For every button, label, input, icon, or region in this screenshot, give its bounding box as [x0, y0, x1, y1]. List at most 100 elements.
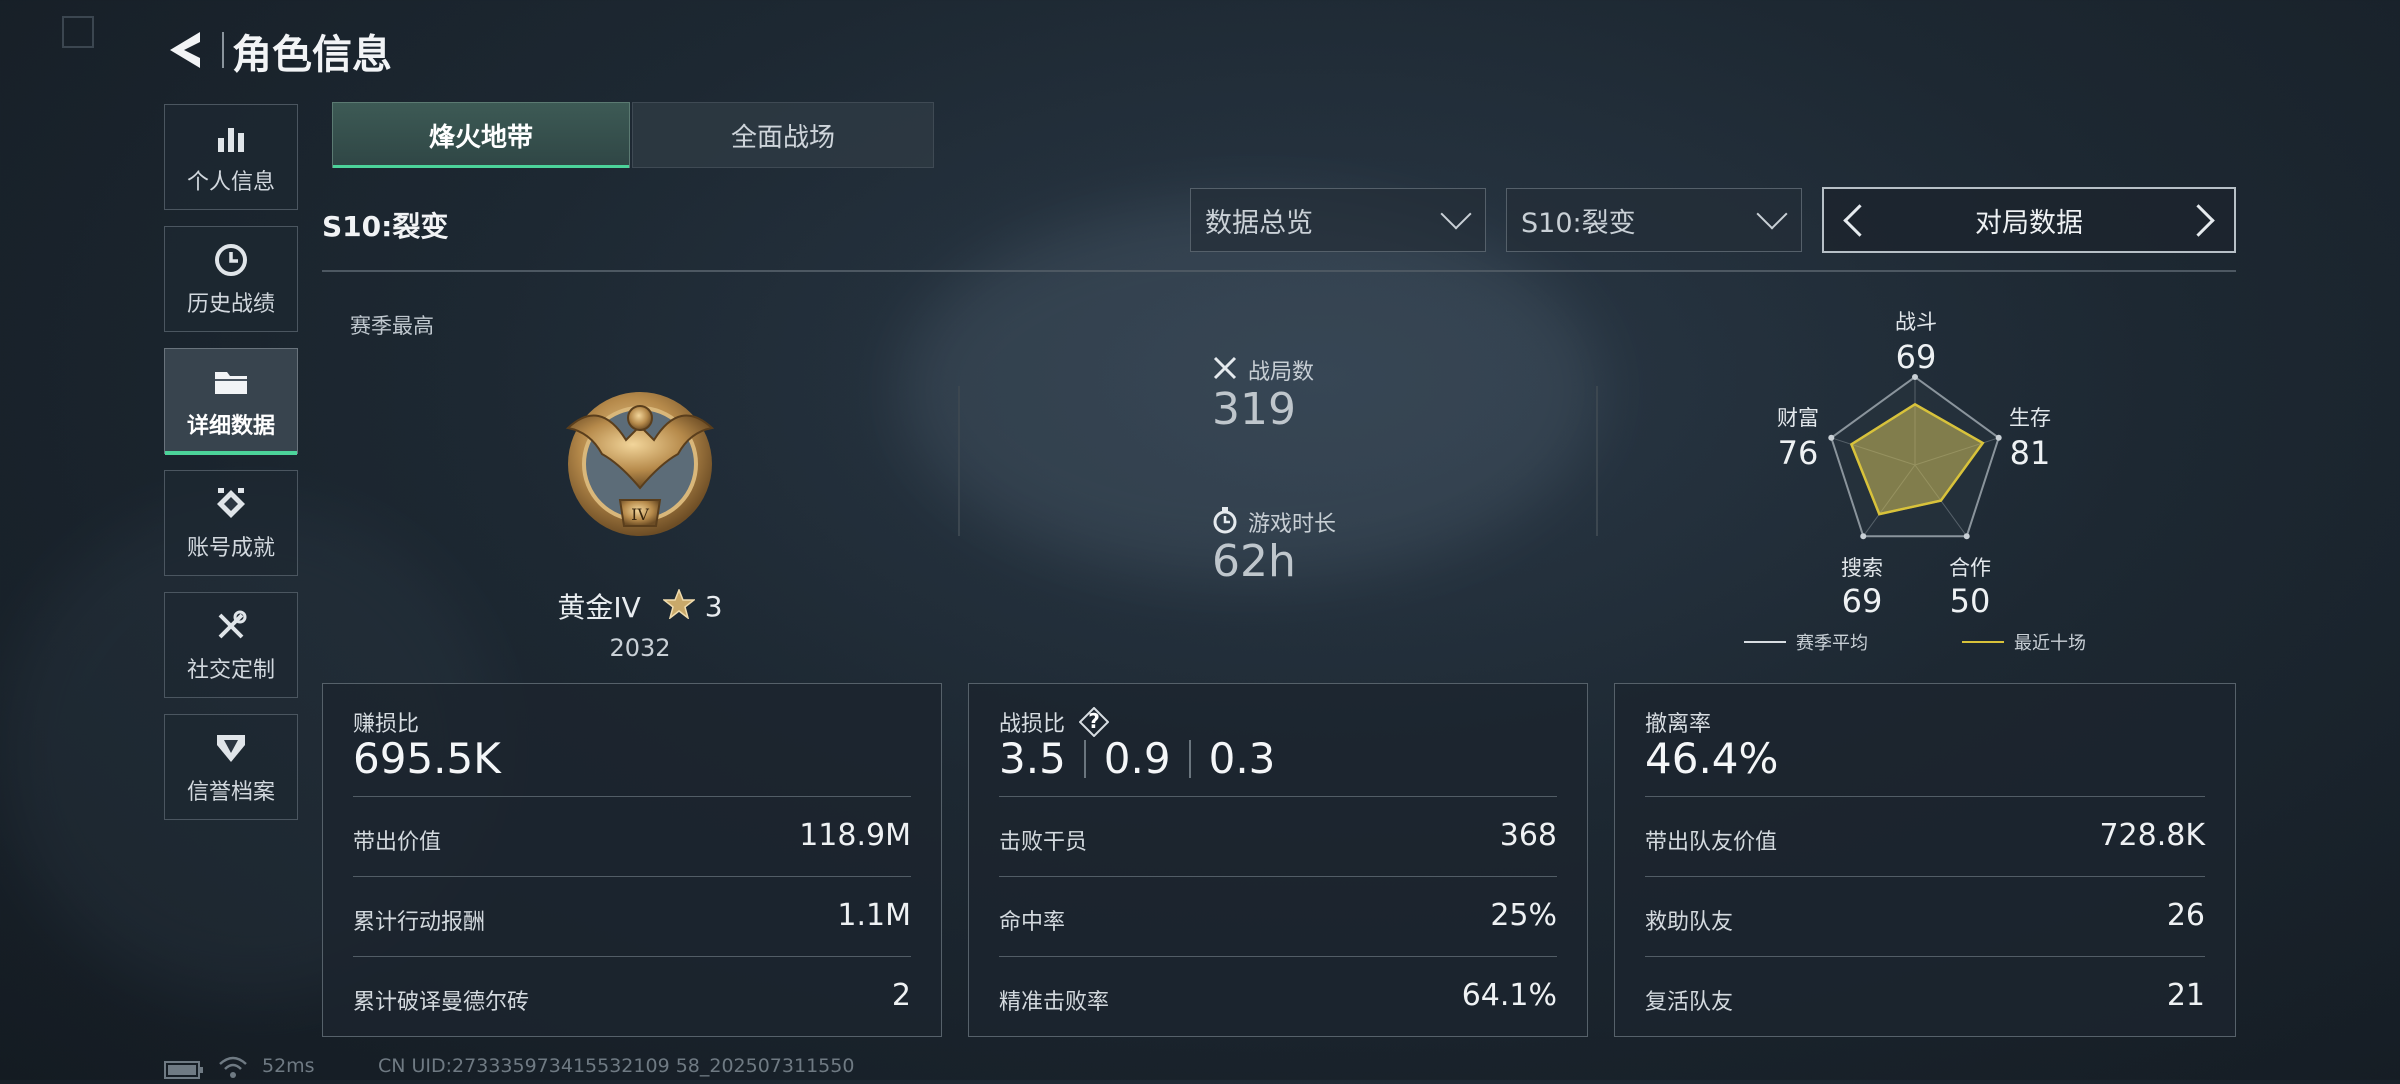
season-dropdown-value: S10:裂变 [1521, 207, 1636, 239]
extraction-card: 撤离率 46.4% 带出队友价值 728.8K 救助队友 26 复活队友 21 [1614, 683, 2236, 1037]
kd-values: 3.5 0.9 0.3 [999, 734, 1275, 783]
rank-badge: IV [560, 368, 720, 544]
radar-axis-label: 财富 [1777, 406, 1819, 430]
uid-text: CN UID:273335973415532109 58_20250731155… [378, 1055, 855, 1077]
divider [1645, 796, 2205, 797]
divider [1645, 956, 2205, 957]
star-icon [661, 587, 696, 623]
divider [1083, 739, 1086, 778]
sidebar-item-social-customization[interactable]: 社交定制 [164, 592, 298, 698]
radar-axis-value: 50 [1949, 582, 1991, 620]
sidebar-item-reputation[interactable]: 信誉档案 [164, 714, 298, 820]
header-separator [222, 32, 224, 68]
badge-icon [211, 484, 251, 524]
help-icon[interactable]: ? [1078, 706, 1110, 738]
row-label: 累计破译曼德尔砖 [353, 990, 530, 1015]
chevron-down-icon [1756, 198, 1788, 230]
row-value: 368 [1499, 818, 1557, 853]
kd-card: 战损比 ? 3.5 0.9 0.3 击败干员 368 命中率 25% 精准击败率… [968, 683, 1588, 1037]
sidebar-item-personal-info[interactable]: 个人信息 [164, 104, 298, 210]
kd-value-hard: 0.3 [1208, 734, 1276, 783]
kd-value-normal: 0.9 [1103, 734, 1171, 783]
divider [1188, 739, 1191, 778]
row-label: 累计行动报酬 [353, 910, 486, 935]
rank-score: 2032 [609, 634, 671, 662]
divider [999, 876, 1557, 877]
row-value: 64.1% [1461, 978, 1557, 1013]
radar-axis-label: 生存 [2009, 406, 2051, 430]
chevron-right-icon[interactable] [2182, 204, 2215, 237]
row-value: 25% [1490, 898, 1557, 933]
radar-axis-label: 搜索 [1841, 556, 1883, 580]
divider [999, 956, 1557, 957]
legend-label: 赛季平均 [1796, 633, 1868, 654]
card-main-value: 695.5K [353, 734, 501, 783]
matches-label: 战局数 [1248, 360, 1315, 385]
legend-line-swatch [1744, 641, 1786, 643]
divider [958, 386, 960, 536]
sidebar-item-match-history[interactable]: 历史战绩 [164, 226, 298, 332]
sidebar-item-label: 账号成就 [186, 536, 275, 561]
tab-hazard-zone[interactable]: 烽火地带 [332, 102, 630, 168]
sidebar-item-label: 详细数据 [186, 414, 275, 439]
sidebar-item-label: 信誉档案 [186, 780, 275, 805]
row-value: 1.1M [837, 898, 911, 933]
divider [353, 876, 911, 877]
sidebar-item-detailed-data[interactable]: 详细数据 [164, 348, 298, 455]
legend-recent10: 最近十场 [1962, 629, 2086, 655]
back-arrow-icon [170, 32, 200, 68]
corner-marker [62, 16, 94, 48]
chevron-down-icon [1440, 198, 1472, 230]
divider [1645, 876, 2205, 877]
kd-value-overall: 3.5 [999, 734, 1066, 783]
crossed-swords-icon [1212, 355, 1238, 385]
card-main-value: 46.4% [1645, 734, 1779, 783]
row-value: 118.9M [799, 818, 911, 853]
shield-icon [211, 728, 251, 768]
legend-label: 最近十场 [2014, 633, 2086, 654]
divider [353, 796, 911, 797]
playtime-stat-header: 游戏时长 [1212, 506, 1336, 538]
rank-stars: 3 [704, 589, 723, 623]
row-value: 21 [2166, 978, 2205, 1013]
row-label: 复活队友 [1645, 990, 1734, 1015]
battery-icon [164, 1060, 204, 1084]
data-pager: 对局数据 [1822, 187, 2236, 253]
radar-axis-value: 76 [1777, 434, 1819, 472]
chevron-left-icon[interactable] [1843, 204, 1876, 237]
radar-axis-label: 合作 [1949, 556, 1991, 580]
folder-icon [211, 362, 251, 402]
pager-label: 对局数据 [1975, 207, 2083, 239]
row-label: 带出价值 [353, 830, 442, 855]
row-label: 精准击败率 [999, 990, 1110, 1015]
radar-axis-value: 81 [2009, 434, 2051, 472]
sidebar-item-achievements[interactable]: 账号成就 [164, 470, 298, 576]
season-title: S10:裂变 [322, 210, 449, 243]
ping-text: 52ms [262, 1055, 315, 1077]
legend-line-swatch [1962, 641, 2004, 643]
row-value: 2 [891, 978, 911, 1013]
matches-value: 319 [1212, 384, 1296, 435]
row-label: 击败干员 [999, 830, 1088, 855]
row-value: 26 [2166, 898, 2205, 933]
playtime-value: 62h [1212, 536, 1296, 587]
radar-axis-label: 战斗 [1895, 310, 1937, 334]
view-dropdown[interactable]: 数据总览 [1190, 188, 1486, 252]
season-best-label: 赛季最高 [350, 314, 434, 338]
row-label: 命中率 [999, 910, 1066, 935]
tools-icon [211, 606, 251, 646]
matches-stat-header: 战局数 [1212, 354, 1314, 386]
bar-chart-icon [211, 118, 251, 158]
back-button[interactable] [162, 26, 210, 74]
radar-axis-value: 69 [1841, 582, 1883, 620]
divider [353, 956, 911, 957]
season-dropdown[interactable]: S10:裂变 [1506, 188, 1802, 252]
rank-info: 黄金IV 3 [530, 586, 750, 626]
row-label: 带出队友价值 [1645, 830, 1778, 855]
divider [1596, 386, 1598, 536]
stopwatch-icon [1212, 506, 1238, 538]
legend-season-avg: 赛季平均 [1744, 629, 1868, 655]
radar-axis-value: 69 [1895, 338, 1937, 376]
tab-full-battlefield[interactable]: 全面战场 [632, 102, 934, 168]
divider [999, 796, 1557, 797]
